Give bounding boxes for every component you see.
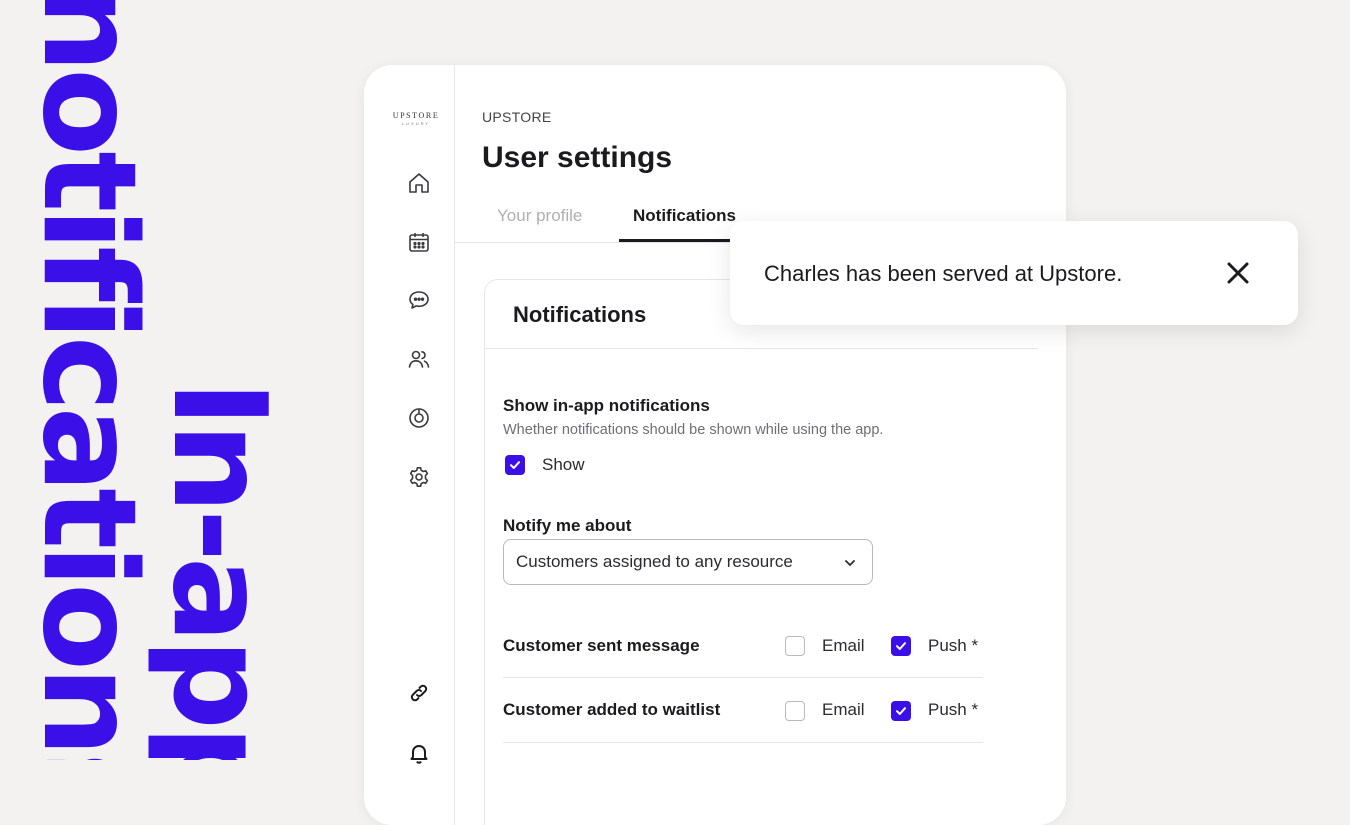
checkmark-icon — [896, 707, 906, 715]
notify-about-value: Customers assigned to any resource — [516, 552, 793, 571]
close-icon[interactable] — [1224, 259, 1252, 287]
link-icon — [410, 684, 428, 702]
email-label[interactable]: Email — [822, 700, 865, 720]
users-icon — [408, 350, 430, 368]
breadcrumb-brand: UPSTORE — [482, 109, 552, 125]
notifications-card: Notifications Show in-app notifications … — [484, 279, 1066, 825]
logo-subtext: LUXURY — [401, 121, 431, 126]
promo-line-notifications: notifications — [14, 0, 163, 760]
show-checkbox[interactable] — [505, 455, 525, 475]
logo: UPSTORE LUXURY — [386, 111, 446, 126]
sidebar-item-users[interactable] — [404, 344, 434, 374]
row-divider — [503, 742, 983, 743]
push-checkbox-customer-added-to-waitlist[interactable] — [891, 701, 911, 721]
promo-text: notifications In-app — [0, 0, 290, 760]
sidebar: UPSTORE LUXURY — [364, 65, 455, 825]
show-in-app-helper: Whether notifications should be shown wh… — [503, 422, 884, 438]
card-divider — [485, 348, 1038, 349]
page-title: User settings — [482, 141, 673, 174]
app-window: UPSTORE LUXURY UPSTORE User settings You… — [364, 65, 1066, 825]
calendar-icon — [409, 233, 429, 252]
show-in-app-label: Show in-app notifications — [503, 396, 710, 415]
toast-notification: Charles has been served at Upstore. — [730, 221, 1298, 325]
sidebar-item-chat[interactable] — [404, 285, 434, 315]
notify-about-select[interactable]: Customers assigned to any resource — [503, 539, 873, 585]
logo-text: UPSTORE — [392, 111, 440, 120]
email-checkbox-customer-added-to-waitlist[interactable] — [785, 701, 805, 721]
toast-message: Charles has been served at Upstore. — [764, 261, 1123, 286]
sidebar-item-home[interactable] — [404, 168, 434, 198]
sidebar-item-target[interactable] — [404, 403, 434, 433]
home-icon — [409, 173, 429, 193]
show-checkbox-label[interactable]: Show — [542, 455, 585, 475]
email-checkbox-customer-sent-message[interactable] — [785, 636, 805, 656]
gear-icon — [409, 467, 429, 487]
push-checkbox-customer-sent-message[interactable] — [891, 636, 911, 656]
row-divider — [503, 677, 983, 678]
sidebar-item-calendar[interactable] — [404, 227, 434, 257]
notify-about-label: Notify me about — [503, 516, 632, 535]
sidebar-item-notifications[interactable] — [404, 738, 434, 768]
checkmark-icon — [510, 461, 520, 469]
sidebar-item-link[interactable] — [404, 678, 434, 708]
row-label-customer-sent-message: Customer sent message — [503, 636, 700, 655]
tab-your-profile[interactable]: Your profile — [497, 206, 582, 226]
sidebar-item-settings[interactable] — [404, 462, 434, 492]
active-tab-indicator — [619, 239, 731, 242]
chat-icon — [409, 291, 429, 309]
promo-line-in-app: In-app — [144, 380, 290, 760]
card-title: Notifications — [513, 302, 647, 327]
email-label[interactable]: Email — [822, 636, 865, 656]
tab-notifications[interactable]: Notifications — [633, 206, 736, 226]
bell-icon — [410, 745, 428, 764]
chevron-down-icon — [845, 560, 855, 566]
checkmark-icon — [896, 642, 906, 650]
target-icon — [409, 408, 429, 428]
row-label-customer-added-to-waitlist: Customer added to waitlist — [503, 700, 721, 719]
push-label[interactable]: Push * — [928, 636, 978, 656]
push-label[interactable]: Push * — [928, 700, 978, 720]
